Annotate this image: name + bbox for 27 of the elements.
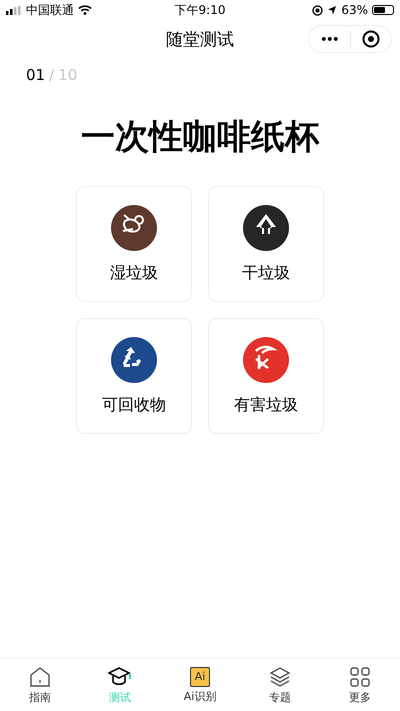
- layers-icon: [269, 666, 291, 688]
- lock-rotation-icon: [312, 4, 324, 16]
- answer-option[interactable]: 干垃圾: [208, 186, 324, 302]
- more-button[interactable]: •••: [309, 32, 350, 46]
- tab-item[interactable]: 更多: [320, 659, 400, 711]
- tab-item[interactable]: Ai Ai识别: [160, 659, 240, 711]
- ai-icon: Ai: [190, 666, 210, 686]
- progress-separator: /: [49, 66, 54, 84]
- close-button[interactable]: [362, 30, 380, 48]
- answer-option[interactable]: 可回收物: [76, 318, 192, 434]
- home-icon: [29, 666, 51, 688]
- wifi-icon: [78, 5, 92, 15]
- location-icon: [327, 5, 338, 15]
- battery-percent: 63%: [341, 3, 368, 17]
- question-text: 一次性咖啡纸杯: [80, 116, 320, 159]
- carrier-name: 中国联通: [26, 2, 74, 18]
- signal-icon: [6, 6, 22, 14]
- answer-option[interactable]: 湿垃圾: [76, 186, 192, 302]
- graduation-cap-icon: [108, 666, 132, 688]
- tab-item[interactable]: 指南: [0, 659, 80, 711]
- battery-icon: [372, 5, 394, 15]
- page-title: 随堂测试: [166, 28, 234, 50]
- grid-icon: [349, 666, 371, 688]
- question-number: 01: [26, 66, 46, 84]
- tab-item[interactable]: 专题: [240, 659, 320, 711]
- status-time: 下午9:10: [174, 2, 226, 18]
- answer-option[interactable]: 有害垃圾: [208, 318, 324, 434]
